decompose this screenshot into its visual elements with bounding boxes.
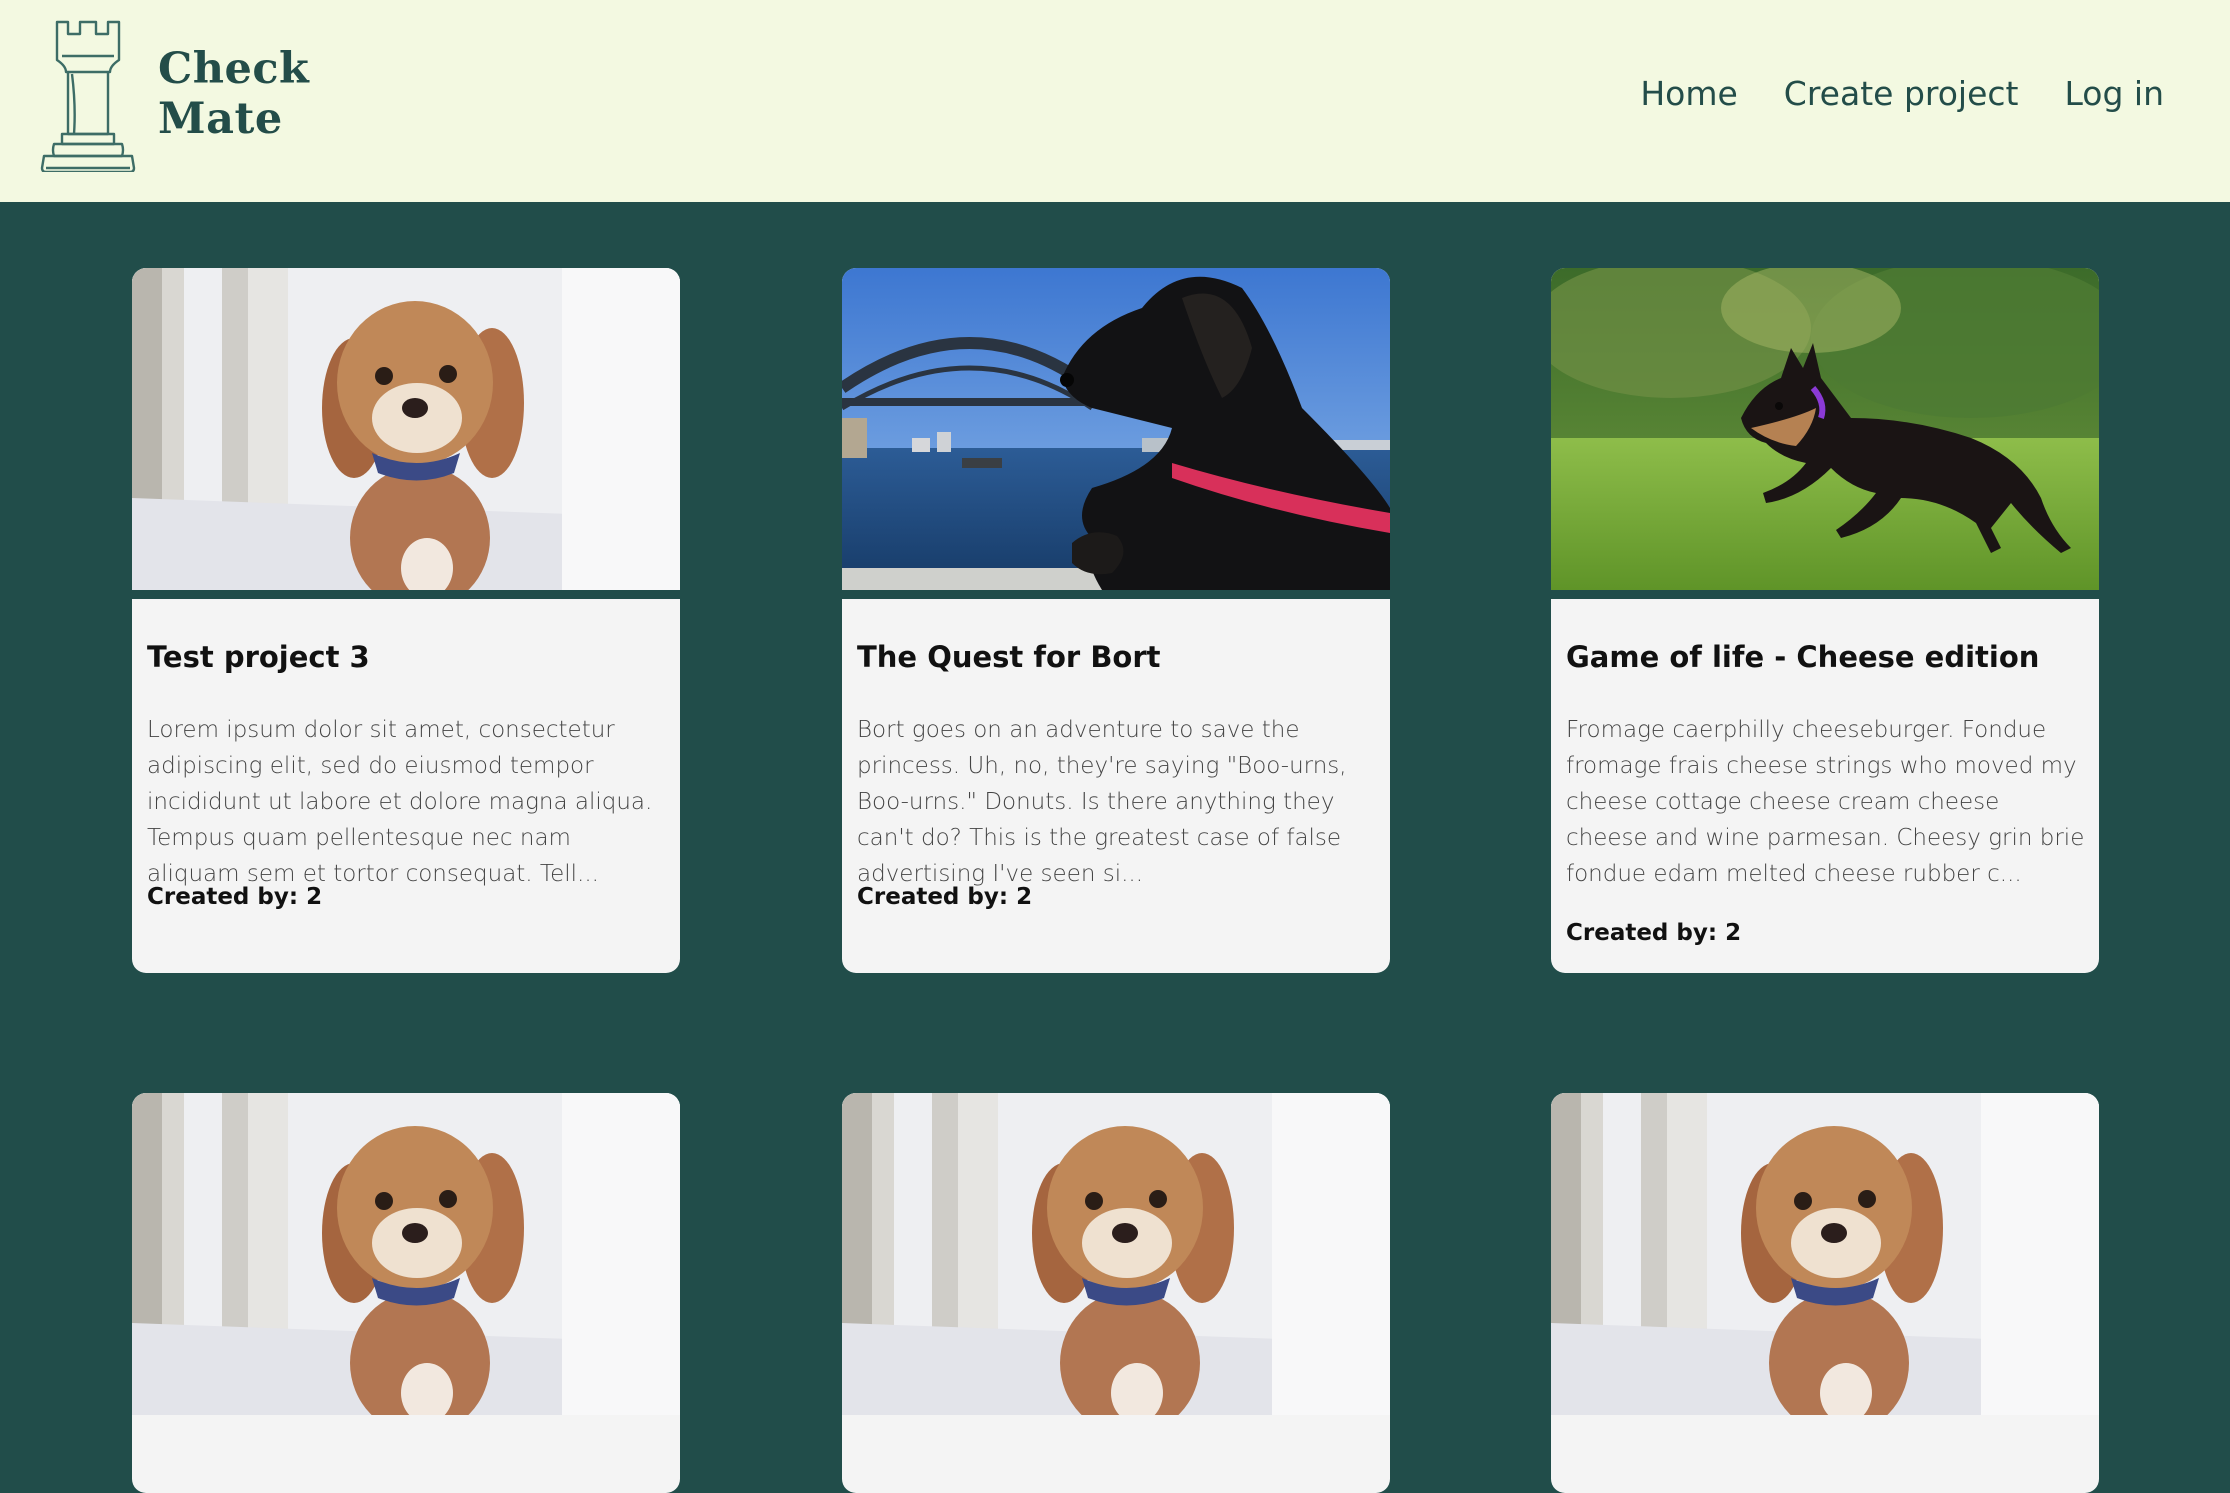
project-creator: Created by: 2 — [147, 884, 323, 910]
project-image — [132, 1093, 680, 1415]
project-image — [842, 1093, 1390, 1415]
project-image — [1551, 268, 2099, 590]
project-card[interactable]: Test project 3 Lorem ipsum dolor sit ame… — [132, 268, 680, 973]
project-title: Test project 3 — [147, 640, 370, 674]
project-card[interactable] — [842, 1093, 1390, 1493]
project-description: Fromage caerphilly cheeseburger. Fondue … — [1566, 717, 2085, 887]
project-description: Lorem ipsum dolor sit amet, consectetur … — [147, 717, 653, 887]
project-creator: Created by: 2 — [1566, 920, 1742, 946]
chess-rook-icon — [40, 20, 136, 172]
project-title: The Quest for Bort — [857, 640, 1161, 674]
project-creator: Created by: 2 — [857, 884, 1033, 910]
brand-logo[interactable]: Check Mate — [40, 16, 340, 176]
main-nav: Home Create project Log in — [1640, 74, 2164, 113]
project-card[interactable] — [132, 1093, 680, 1493]
nav-login-link[interactable]: Log in — [2064, 74, 2164, 113]
project-description: Bort goes on an adventure to save the pr… — [857, 717, 1347, 887]
nav-create-project-link[interactable]: Create project — [1784, 74, 2019, 113]
project-title: Game of life - Cheese edition — [1566, 640, 2040, 674]
project-image — [842, 268, 1390, 590]
project-image — [1551, 1093, 2099, 1415]
site-header: Check Mate Home Create project Log in — [0, 0, 2230, 202]
project-card[interactable] — [1551, 1093, 2099, 1493]
brand-name: Check Mate — [158, 44, 309, 144]
project-card[interactable]: Game of life - Cheese edition Fromage ca… — [1551, 268, 2099, 973]
brand-line1: Check — [158, 44, 310, 94]
project-image — [132, 268, 680, 590]
brand-line2: Mate — [158, 94, 283, 144]
nav-home-link[interactable]: Home — [1640, 74, 1737, 113]
project-card[interactable]: The Quest for Bort Bort goes on an adven… — [842, 268, 1390, 973]
